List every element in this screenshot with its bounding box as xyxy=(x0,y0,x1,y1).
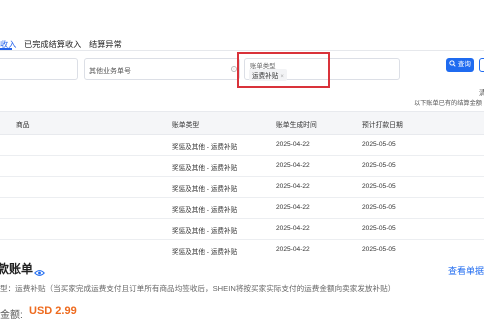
cell-expected-payment: 2025-05-05 xyxy=(362,204,396,211)
view-documents-link[interactable]: 查看单据 xyxy=(448,264,484,277)
eye-icon[interactable] xyxy=(34,264,45,282)
cell-expected-payment: 2025-05-05 xyxy=(362,225,396,232)
note-right-char: 清 xyxy=(479,90,484,97)
tab-bar: 收入 已完成结算收入 结算异常 xyxy=(0,30,484,51)
table-header: 商品 账单类型 账单生成时间 预计打款日期 xyxy=(0,111,484,135)
cell-bill-type: 奖惩及其他 - 运费补贴 xyxy=(172,186,238,193)
cell-bill-type: 奖惩及其他 - 运费补贴 xyxy=(172,165,238,172)
summary-description: 型：运费补贴（当买家完成运费支付且订单所有商品均签收后，SHEIN将按买家实际支… xyxy=(0,284,396,293)
table-row: 奖惩及其他 - 运费补贴 2025-04-22 2025-05-05 xyxy=(0,197,484,219)
reset-button[interactable] xyxy=(479,58,484,72)
cell-expected-payment: 2025-05-05 xyxy=(362,183,396,190)
cell-generated-time: 2025-04-22 xyxy=(276,204,310,211)
col-generated-time: 账单生成时间 xyxy=(276,122,317,129)
cell-expected-payment: 2025-05-05 xyxy=(362,246,396,253)
cell-bill-type: 奖惩及其他 - 运费补贴 xyxy=(172,249,238,256)
table-row: 奖惩及其他 - 运费补贴 2025-04-22 2025-05-05 xyxy=(0,134,484,156)
search-icon xyxy=(449,60,456,67)
cell-bill-type: 奖惩及其他 - 运费补贴 xyxy=(172,207,238,214)
table-row: 奖惩及其他 - 运费补贴 2025-04-22 2025-05-05 xyxy=(0,239,484,260)
col-expected-payment: 预计打款日期 xyxy=(362,122,403,129)
cell-generated-time: 2025-04-22 xyxy=(276,246,310,253)
filter-input-left[interactable] xyxy=(0,58,78,80)
table-row: 奖惩及其他 - 运费补贴 2025-04-22 2025-05-05 xyxy=(0,155,484,177)
active-tab-indicator xyxy=(0,48,12,50)
cell-generated-time: 2025-04-22 xyxy=(276,162,310,169)
cell-expected-payment: 2025-05-05 xyxy=(362,162,396,169)
query-button-label: 查询 xyxy=(457,61,471,68)
summary-title: 款账单 xyxy=(0,262,34,276)
cell-expected-payment: 2025-05-05 xyxy=(362,141,396,148)
cell-generated-time: 2025-04-22 xyxy=(276,141,310,148)
col-bill-type: 账单类型 xyxy=(172,122,200,129)
cell-generated-time: 2025-04-22 xyxy=(276,183,310,190)
col-product: 商品 xyxy=(16,122,30,129)
other-business-no-input[interactable]: 其他业务单号 i xyxy=(84,58,240,80)
amount-value: USD 2.99 xyxy=(29,305,77,317)
cell-bill-type: 奖惩及其他 - 运费补贴 xyxy=(172,144,238,151)
amount-label: 金额: xyxy=(0,310,23,321)
table-row: 奖惩及其他 - 运费补贴 2025-04-22 2025-05-05 xyxy=(0,176,484,198)
settlement-note: 以下账单已有的结算金额 xyxy=(413,100,482,107)
highlight-box xyxy=(237,52,330,88)
cell-bill-type: 奖惩及其他 - 运费补贴 xyxy=(172,228,238,235)
cell-generated-time: 2025-04-22 xyxy=(276,225,310,232)
table-row: 奖惩及其他 - 运费补贴 2025-04-22 2025-05-05 xyxy=(0,218,484,240)
other-business-no-placeholder: 其他业务单号 xyxy=(89,68,131,75)
tab-completed-settlement[interactable]: 已完成结算收入 xyxy=(24,38,81,50)
query-button[interactable]: 查询 xyxy=(446,58,474,72)
tab-settlement-exception[interactable]: 结算异常 xyxy=(89,38,122,50)
